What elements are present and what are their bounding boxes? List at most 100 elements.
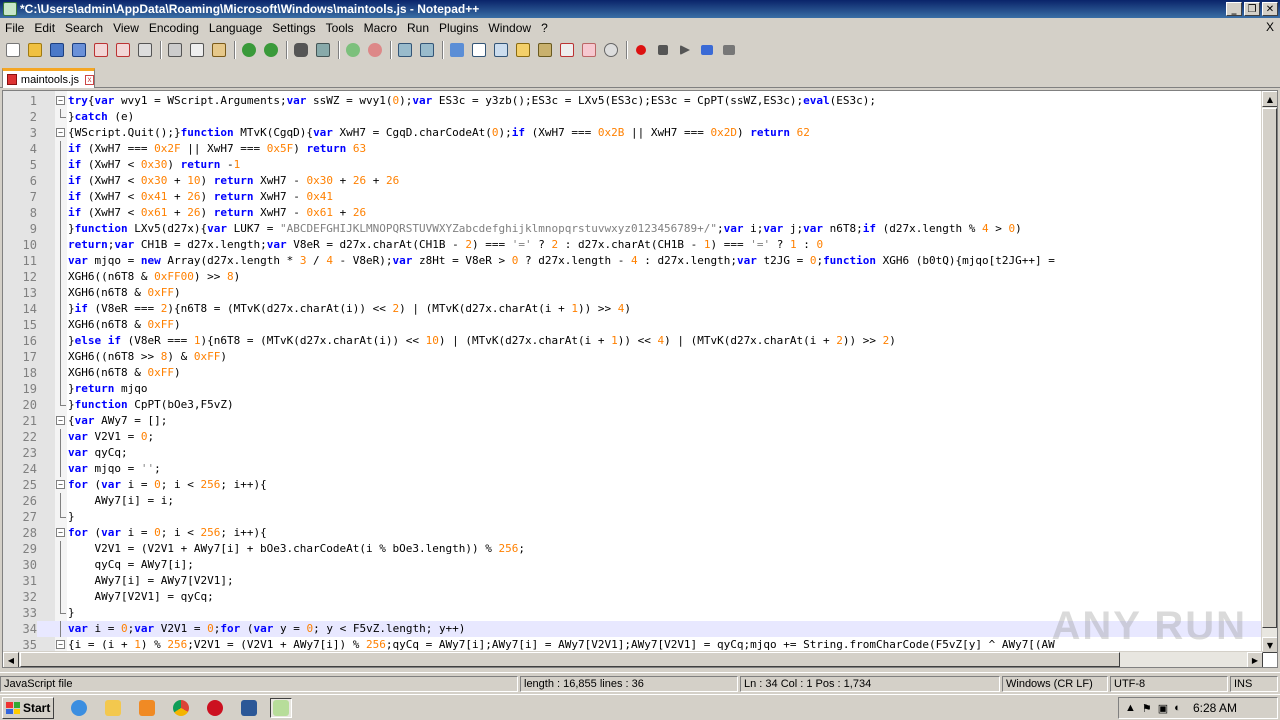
menu-edit[interactable]: Edit bbox=[29, 21, 60, 35]
code-line[interactable]: 30 qyCq = AWy7[i]; bbox=[3, 557, 1265, 573]
record-macro-icon[interactable] bbox=[632, 41, 650, 59]
menu-run[interactable]: Run bbox=[402, 21, 434, 35]
fold-toggle-icon[interactable]: − bbox=[56, 480, 65, 489]
save-all-icon[interactable] bbox=[70, 41, 88, 59]
menu-encoding[interactable]: Encoding bbox=[144, 21, 204, 35]
code-editor[interactable]: 1− try{var wvy1 = WScript.Arguments;var s… bbox=[2, 90, 1278, 668]
code-line[interactable]: 4 if (XwH7 === 0x2F || XwH7 === 0x5F) ret… bbox=[3, 141, 1265, 157]
ie-icon[interactable] bbox=[68, 698, 90, 718]
menu-plugins[interactable]: Plugins bbox=[434, 21, 483, 35]
code-line[interactable]: 13 XGH6(n6T8 & 0xFF) bbox=[3, 285, 1265, 301]
save-macro-icon[interactable] bbox=[720, 41, 738, 59]
clock[interactable]: 6:28 AM bbox=[1193, 701, 1237, 715]
menu-search[interactable]: Search bbox=[60, 21, 108, 35]
notepadpp-task-icon[interactable] bbox=[270, 698, 292, 718]
copy-icon[interactable] bbox=[188, 41, 206, 59]
code-line[interactable]: 16}else if (V8eR === 1){n6T8 = (MTvK(d27… bbox=[3, 333, 1265, 349]
code-line[interactable]: 11 var mjqo = new Array(d27x.length * 3 /… bbox=[3, 253, 1265, 269]
fold-toggle-icon[interactable]: − bbox=[56, 528, 65, 537]
code-line[interactable]: 3 − {WScript.Quit();}function MTvK(CgqD){v… bbox=[3, 125, 1265, 141]
scroll-down-icon[interactable]: ▼ bbox=[1262, 637, 1277, 653]
close-all-icon[interactable] bbox=[114, 41, 132, 59]
menu-language[interactable]: Language bbox=[204, 21, 267, 35]
find-icon[interactable] bbox=[292, 41, 310, 59]
scroll-right-icon[interactable]: ▶ bbox=[1247, 652, 1263, 667]
code-line[interactable]: 1 − try{var wvy1 = WScript.Arguments;var s… bbox=[3, 93, 1265, 109]
media-player-icon[interactable] bbox=[136, 698, 158, 718]
code-line[interactable]: 15 XGH6(n6T8 & 0xFF) bbox=[3, 317, 1265, 333]
run-macro-multiple-icon[interactable] bbox=[698, 41, 716, 59]
close-button[interactable]: ✕ bbox=[1262, 2, 1278, 16]
horizontal-scroll-thumb[interactable] bbox=[20, 652, 1120, 667]
stop-macro-icon[interactable] bbox=[654, 41, 672, 59]
menu-help[interactable]: ? bbox=[536, 21, 553, 35]
scroll-left-icon[interactable]: ◀ bbox=[3, 652, 19, 667]
undo-icon[interactable] bbox=[240, 41, 258, 59]
zoom-out-icon[interactable] bbox=[366, 41, 384, 59]
paste-icon[interactable] bbox=[210, 41, 228, 59]
new-file-icon[interactable] bbox=[4, 41, 22, 59]
vertical-scroll-thumb[interactable] bbox=[1262, 108, 1277, 628]
code-line[interactable]: 9}function LXv5(d27x){var LUK7 = "ABCDEF… bbox=[3, 221, 1265, 237]
code-line[interactable]: 21 − {var AWy7 = []; bbox=[3, 413, 1265, 429]
open-file-icon[interactable] bbox=[26, 41, 44, 59]
print-icon[interactable] bbox=[136, 41, 154, 59]
chrome-icon[interactable] bbox=[170, 698, 192, 718]
play-macro-icon[interactable] bbox=[676, 41, 694, 59]
network-icon[interactable]: ▣ bbox=[1158, 702, 1168, 715]
code-line[interactable]: 8 if (XwH7 < 0x61 + 26) return XwH7 - 0x6… bbox=[3, 205, 1265, 221]
scroll-up-icon[interactable]: ▲ bbox=[1262, 91, 1277, 107]
code-line[interactable]: 5 if (XwH7 < 0x30) return -1 bbox=[3, 157, 1265, 173]
code-line[interactable]: 2}catch (e) bbox=[3, 109, 1265, 125]
menu-tools[interactable]: Tools bbox=[321, 21, 359, 35]
code-line[interactable]: 10 return;var CH1B = d27x.length;var V8eR… bbox=[3, 237, 1265, 253]
code-line[interactable]: 32 AWy7[V2V1] = qyCq; bbox=[3, 589, 1265, 605]
tab-maintools-js[interactable]: maintools.js x bbox=[2, 68, 95, 88]
start-button[interactable]: Start bbox=[2, 697, 54, 719]
doc-map-icon[interactable] bbox=[536, 41, 554, 59]
save-icon[interactable] bbox=[48, 41, 66, 59]
redo-icon[interactable] bbox=[262, 41, 280, 59]
udl-icon[interactable] bbox=[514, 41, 532, 59]
explorer-icon[interactable] bbox=[102, 698, 124, 718]
code-line[interactable]: 27} bbox=[3, 509, 1265, 525]
fold-toggle-icon[interactable]: − bbox=[56, 128, 65, 137]
replace-icon[interactable] bbox=[314, 41, 332, 59]
menu-macro[interactable]: Macro bbox=[359, 21, 402, 35]
menu-window[interactable]: Window bbox=[483, 21, 536, 35]
code-line[interactable]: 26 AWy7[i] = i; bbox=[3, 493, 1265, 509]
restore-button[interactable]: ❐ bbox=[1244, 2, 1260, 16]
show-all-chars-icon[interactable] bbox=[470, 41, 488, 59]
code-line[interactable]: 20}function CpPT(bOe3,F5vZ) bbox=[3, 397, 1265, 413]
close-file-icon[interactable] bbox=[92, 41, 110, 59]
horizontal-scrollbar[interactable]: ◀ ▶ bbox=[3, 651, 1263, 667]
fold-toggle-icon[interactable]: − bbox=[56, 96, 65, 105]
fold-toggle-icon[interactable]: − bbox=[56, 416, 65, 425]
code-line[interactable]: 19}return mjqo bbox=[3, 381, 1265, 397]
tab-close-icon[interactable]: x bbox=[84, 74, 94, 85]
code-line[interactable]: 12 XGH6((n6T8 & 0xFF00) >> 8) bbox=[3, 269, 1265, 285]
code-line[interactable]: 7 if (XwH7 < 0x41 + 26) return XwH7 - 0x4… bbox=[3, 189, 1265, 205]
volume-icon[interactable]: ◐ bbox=[1174, 702, 1181, 714]
cut-icon[interactable] bbox=[166, 41, 184, 59]
code-line[interactable]: 28 − for (var i = 0; i < 256; i++){ bbox=[3, 525, 1265, 541]
sync-vertical-icon[interactable] bbox=[396, 41, 414, 59]
code-line[interactable]: 6 if (XwH7 < 0x30 + 10) return XwH7 - 0x3… bbox=[3, 173, 1265, 189]
code-line[interactable]: 25 − for (var i = 0; i < 256; i++){ bbox=[3, 477, 1265, 493]
flag-icon[interactable]: ⚑ bbox=[1142, 702, 1152, 715]
vertical-scrollbar[interactable]: ▲ ▼ bbox=[1261, 91, 1277, 653]
zoom-in-icon[interactable] bbox=[344, 41, 362, 59]
opera-icon[interactable] bbox=[204, 698, 226, 718]
menu-view[interactable]: View bbox=[108, 21, 144, 35]
menu-file[interactable]: File bbox=[0, 21, 29, 35]
sync-horizontal-icon[interactable] bbox=[418, 41, 436, 59]
monitoring-icon[interactable] bbox=[602, 41, 620, 59]
word-icon[interactable] bbox=[238, 698, 260, 718]
function-list-icon[interactable] bbox=[558, 41, 576, 59]
code-line[interactable]: 14}if (V8eR === 2){n6T8 = (MTvK(d27x.cha… bbox=[3, 301, 1265, 317]
code-line[interactable]: 31 AWy7[i] = AWy7[V2V1]; bbox=[3, 573, 1265, 589]
menu-settings[interactable]: Settings bbox=[267, 21, 320, 35]
minimize-button[interactable]: _ bbox=[1226, 2, 1242, 16]
word-wrap-icon[interactable] bbox=[448, 41, 466, 59]
fold-toggle-icon[interactable]: − bbox=[56, 640, 65, 649]
